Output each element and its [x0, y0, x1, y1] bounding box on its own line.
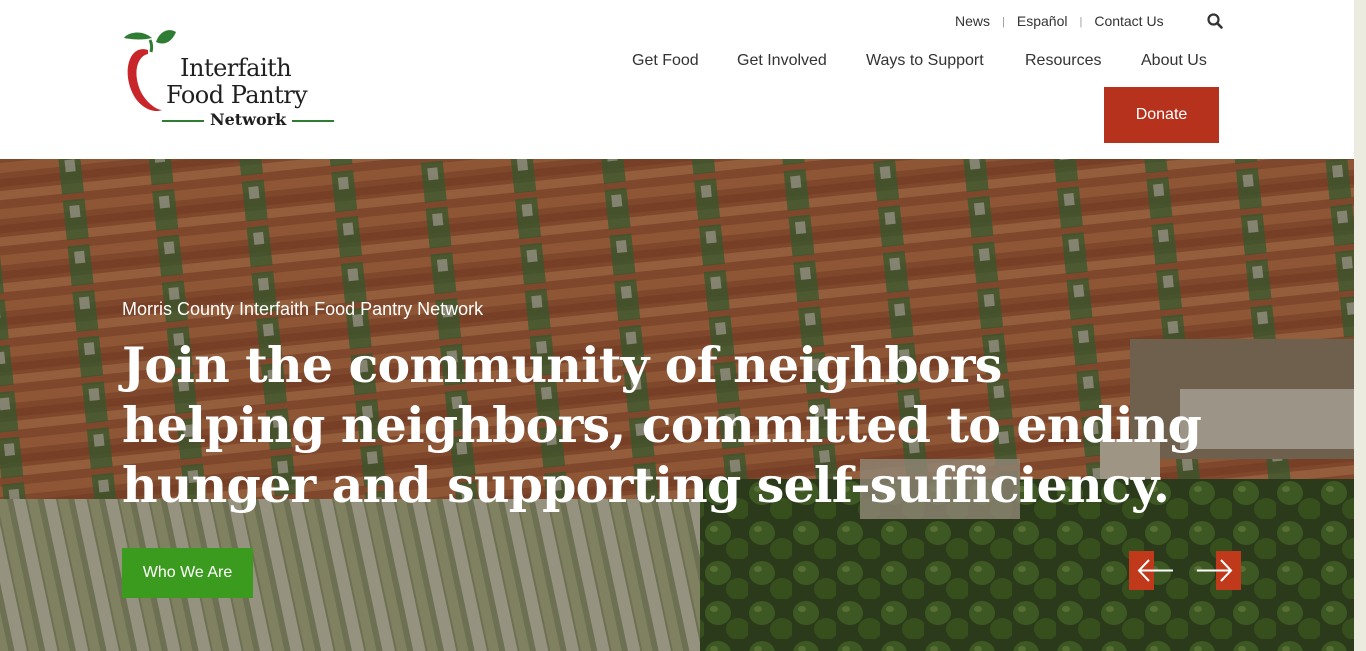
site-header: Interfaith Food Pantry Network News | Es…	[0, 0, 1354, 159]
arrow-right-icon	[1197, 551, 1241, 590]
logo-text-line1: Interfaith	[180, 54, 292, 82]
utility-separator: |	[1079, 16, 1083, 28]
hero-banner: Morris County Interfaith Food Pantry Net…	[0, 159, 1354, 651]
nav-item-about-us[interactable]: About Us	[1141, 52, 1207, 70]
search-button[interactable]	[1206, 12, 1224, 30]
utility-nav: News | Español | Contact Us	[955, 12, 1164, 30]
carousel-next-button[interactable]	[1195, 551, 1241, 590]
nav-item-get-food[interactable]: Get Food	[632, 52, 699, 70]
logo-text-line3: Network	[210, 110, 287, 129]
nav-item-get-involved[interactable]: Get Involved	[737, 52, 827, 70]
who-we-are-button[interactable]: Who We Are	[122, 548, 253, 598]
logo-rule-right	[292, 120, 334, 122]
search-icon	[1207, 13, 1223, 29]
utility-separator: |	[1002, 16, 1005, 28]
nav-item-ways-to-support[interactable]: Ways to Support	[866, 52, 984, 70]
nav-item-resources[interactable]: Resources	[1025, 52, 1101, 70]
scrollbar[interactable]	[1354, 0, 1366, 651]
hero-heading: Join the community of neighbors helping …	[122, 336, 1202, 514]
logo-text-line2: Food Pantry	[166, 81, 308, 109]
donate-button[interactable]: Donate	[1104, 87, 1219, 143]
hero-kicker: Morris County Interfaith Food Pantry Net…	[122, 299, 484, 319]
utility-link-espanol[interactable]: Español	[1017, 13, 1068, 29]
site-logo[interactable]: Interfaith Food Pantry Network	[122, 26, 336, 129]
logo-rule-left	[162, 120, 204, 122]
utility-link-contact[interactable]: Contact Us	[1094, 13, 1163, 29]
utility-link-news[interactable]: News	[955, 13, 990, 29]
arrow-left-icon	[1129, 551, 1173, 590]
carousel-prev-button[interactable]	[1129, 551, 1175, 590]
